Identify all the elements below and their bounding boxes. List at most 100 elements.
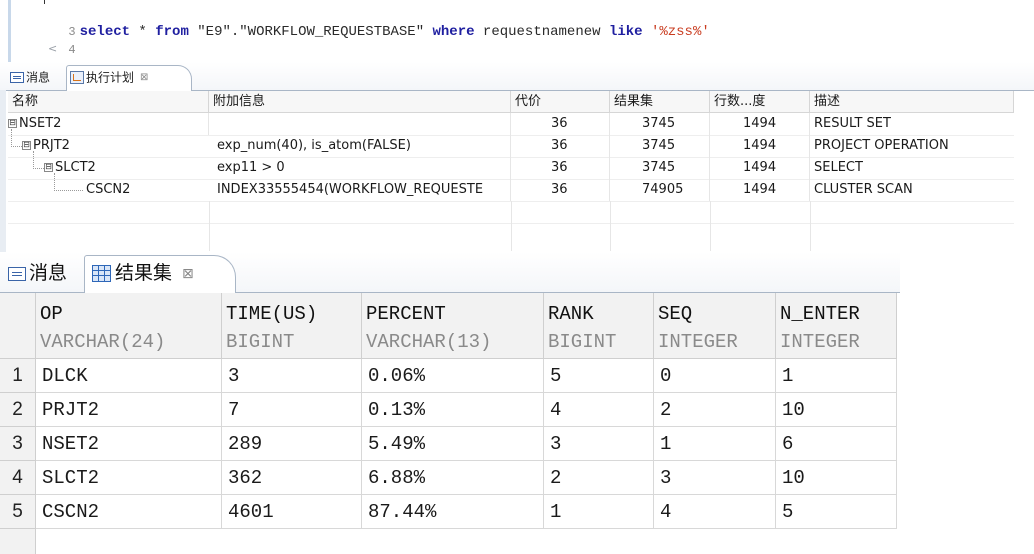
close-tab-icon[interactable]: ⊠ [140,72,148,83]
column-type: INTEGER [780,331,860,353]
column-name: N_ENTER [780,303,860,325]
cell-op[interactable]: NSET2 [36,427,222,461]
result-set-panel: 消息 结果集 ⊠ OP VARCHAR(24) TIME(US) BIGINT P… [0,252,1034,554]
plan-row-cost: 36 [551,179,610,201]
grid-corner[interactable] [0,293,36,359]
cell-percent[interactable]: 87.44% [362,495,544,529]
cell-percent[interactable]: 6.88% [362,461,544,495]
column-header-description[interactable]: 描述 [810,91,1014,113]
plan-row-resultset: 3745 [642,135,710,157]
row-number[interactable]: 3 [0,427,36,461]
cell-op[interactable]: SLCT2 [36,461,222,495]
cell-rank[interactable]: 2 [544,461,654,495]
row-number[interactable]: 1 [0,359,36,393]
cell-seq[interactable]: 4 [654,495,776,529]
tab-label: 消息 [29,262,68,284]
message-icon [8,266,26,281]
collapse-toggle-icon[interactable]: ⊟ [8,119,17,128]
cell-time[interactable]: 362 [222,461,362,495]
keyword-like: like [608,24,643,40]
plan-row-cost: 36 [551,113,610,135]
cell-rank[interactable]: 1 [544,495,654,529]
keyword-from: from [155,24,189,40]
plan-row-desc: PROJECT OPERATION [814,138,949,153]
sql-editor[interactable]: 3 select * from "E9"."WORKFLOW_REQUESTBAS… [0,0,1034,62]
column-header-op[interactable]: OP VARCHAR(24) [36,293,222,359]
collapse-toggle-icon[interactable]: ⊟ [22,141,31,150]
cell-time[interactable]: 3 [222,359,362,393]
cell-op[interactable]: DLCK [36,359,222,393]
column-name: OP [40,303,63,325]
scroll-left-arrow-icon[interactable]: < [48,42,57,55]
cell-n-enter[interactable]: 10 [776,393,897,427]
result-set-grid[interactable]: OP VARCHAR(24) TIME(US) BIGINT PERCENT V… [0,293,897,554]
cell-time[interactable]: 7 [222,393,362,427]
code-line-3[interactable]: 3 select * from "E9"."WORKFLOW_REQUESTBAS… [0,8,709,40]
plan-row-info: exp_num(40), is_atom(FALSE) [217,135,511,157]
collapse-toggle-icon[interactable]: ⊟ [44,163,53,172]
result-tab-bar: 消息 结果集 ⊠ [0,252,900,294]
column-header-time[interactable]: TIME(US) BIGINT [222,293,362,359]
plan-row-rows: 1494 [743,179,810,201]
column-header-cost[interactable]: 代价 [511,91,610,113]
cell-seq[interactable]: 1 [654,427,776,461]
plan-row-name[interactable]: ⊟ SLCT2 [44,157,209,179]
cell-percent[interactable]: 5.49% [362,427,544,461]
cell-op[interactable]: PRJT2 [36,393,222,427]
cell-percent[interactable]: 0.06% [362,359,544,393]
column-header-n-enter[interactable]: N_ENTER INTEGER [776,293,897,359]
tab-result-set[interactable]: 结果集 ⊠ [92,260,194,286]
cell-n-enter[interactable]: 10 [776,461,897,495]
column-type: BIGINT [226,331,295,353]
cell-seq[interactable]: 2 [654,393,776,427]
column-header-rows[interactable]: 行数...度 [710,91,810,113]
cell-rank[interactable]: 3 [544,427,654,461]
column-rule [209,201,210,251]
row-number[interactable]: 4 [0,461,36,495]
code-line-4[interactable]: 4 [0,26,75,57]
row-number[interactable]: 2 [0,393,36,427]
column-rule [610,201,611,251]
text-caret [44,0,45,4]
column-header-rank[interactable]: RANK BIGINT [544,293,654,359]
cell-n-enter[interactable]: 1 [776,359,897,393]
plan-row-info [217,113,511,135]
close-tab-icon[interactable]: ⊠ [182,266,194,282]
column-name: RANK [548,303,594,325]
cell-op[interactable]: CSCN2 [36,495,222,529]
column-type: BIGINT [548,331,617,353]
column-header-info[interactable]: 附加信息 [209,91,511,113]
code-token: * [130,24,156,40]
tab-messages[interactable]: 消息 [10,67,50,87]
cell-time[interactable]: 4601 [222,495,362,529]
tab-execution-plan[interactable]: 执行计划 ⊠ [70,67,148,87]
keyword-where: where [432,24,475,40]
cell-seq[interactable]: 0 [654,359,776,393]
column-header-resultset[interactable]: 结果集 [610,91,710,113]
column-header-name[interactable]: 名称 [8,91,209,113]
column-type: VARCHAR(24) [40,331,166,353]
plan-row-name[interactable]: ⊟ NSET2 [8,113,209,135]
plan-row-rows: 1494 [743,113,810,135]
node-name: CSCN2 [86,182,131,197]
column-rule [810,201,811,251]
plan-row-cost: 36 [551,135,610,157]
cell-n-enter[interactable]: 5 [776,495,897,529]
execution-plan-grid[interactable]: 名称 附加信息 代价 结果集 行数...度 描述 ⊟ NSET2 36 3745 … [8,91,1014,251]
plan-row-name[interactable]: ⊟ PRJT2 [22,135,209,157]
row-number[interactable]: 5 [0,495,36,529]
plan-row-name[interactable]: CSCN2 [86,179,209,201]
cell-n-enter[interactable]: 6 [776,427,897,461]
cell-rank[interactable]: 5 [544,359,654,393]
column-header-seq[interactable]: SEQ INTEGER [654,293,776,359]
plan-row-cost: 36 [551,157,610,179]
cell-percent[interactable]: 0.13% [362,393,544,427]
cell-seq[interactable]: 3 [654,461,776,495]
cell-rank[interactable]: 4 [544,393,654,427]
column-header-percent[interactable]: PERCENT VARCHAR(13) [362,293,544,359]
tab-messages[interactable]: 消息 [8,260,67,286]
panel-left-edge [0,90,6,252]
cell-time[interactable]: 289 [222,427,362,461]
plan-row-desc: SELECT [814,160,863,175]
column-rule [511,201,512,251]
